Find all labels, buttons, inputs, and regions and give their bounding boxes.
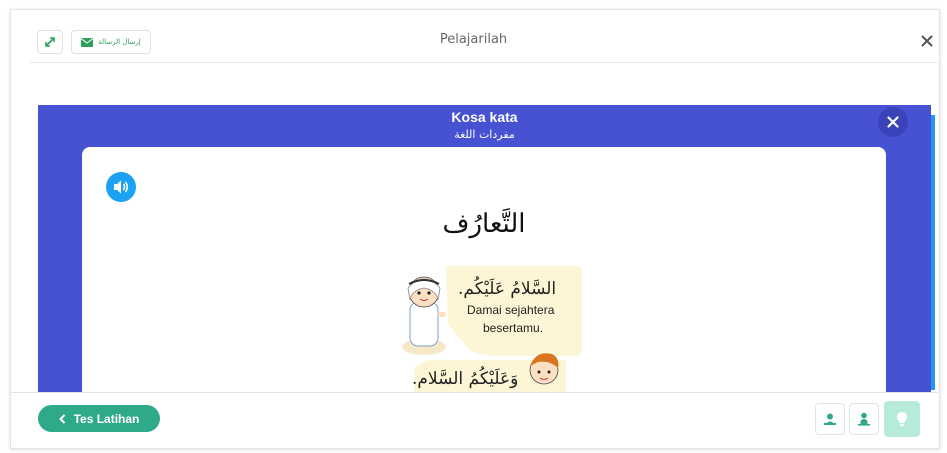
dialog-arabic-2: وَعَلَيْكُمُ السَّلام. — [412, 369, 519, 389]
audio-button[interactable] — [106, 172, 136, 202]
footer-divider — [10, 392, 938, 393]
teacher-button[interactable] — [815, 403, 845, 435]
page-title: Pelajarilah — [439, 32, 508, 47]
lightbulb-icon — [897, 412, 907, 426]
dialog-translation-1a: Damai sejahtera — [467, 303, 555, 317]
dialog-translation-1b: besertamu. — [483, 321, 544, 335]
header-divider — [30, 62, 938, 63]
student-icon — [858, 412, 870, 426]
vocabulary-card: التَّعارُف السَّلامُ عَلَيْكُم. Damai se… — [82, 147, 886, 392]
speaker-icon — [114, 180, 129, 194]
lesson-heading: التَّعارُف — [442, 209, 526, 239]
close-icon — [887, 116, 899, 128]
modal-close-button[interactable] — [878, 107, 908, 137]
hint-button[interactable] — [884, 401, 920, 437]
chevron-left-icon — [58, 413, 65, 424]
teacher-icon — [824, 413, 836, 425]
scrollbar[interactable] — [931, 115, 935, 390]
modal-title: Kosa kata — [451, 109, 518, 125]
close-icon — [921, 35, 933, 47]
window-close-button[interactable] — [917, 31, 937, 51]
vocabulary-modal: Kosa kata مفردات اللغة التَّعارُف السَّل… — [38, 105, 931, 392]
dialog-arabic-1: السَّلامُ عَلَيْكُم. — [458, 279, 557, 299]
back-to-test-button[interactable]: Tes Latihan — [38, 405, 160, 432]
back-button-label: Tes Latihan — [73, 411, 140, 426]
student-button[interactable] — [849, 403, 879, 435]
modal-subtitle: مفردات اللغة — [454, 128, 515, 141]
